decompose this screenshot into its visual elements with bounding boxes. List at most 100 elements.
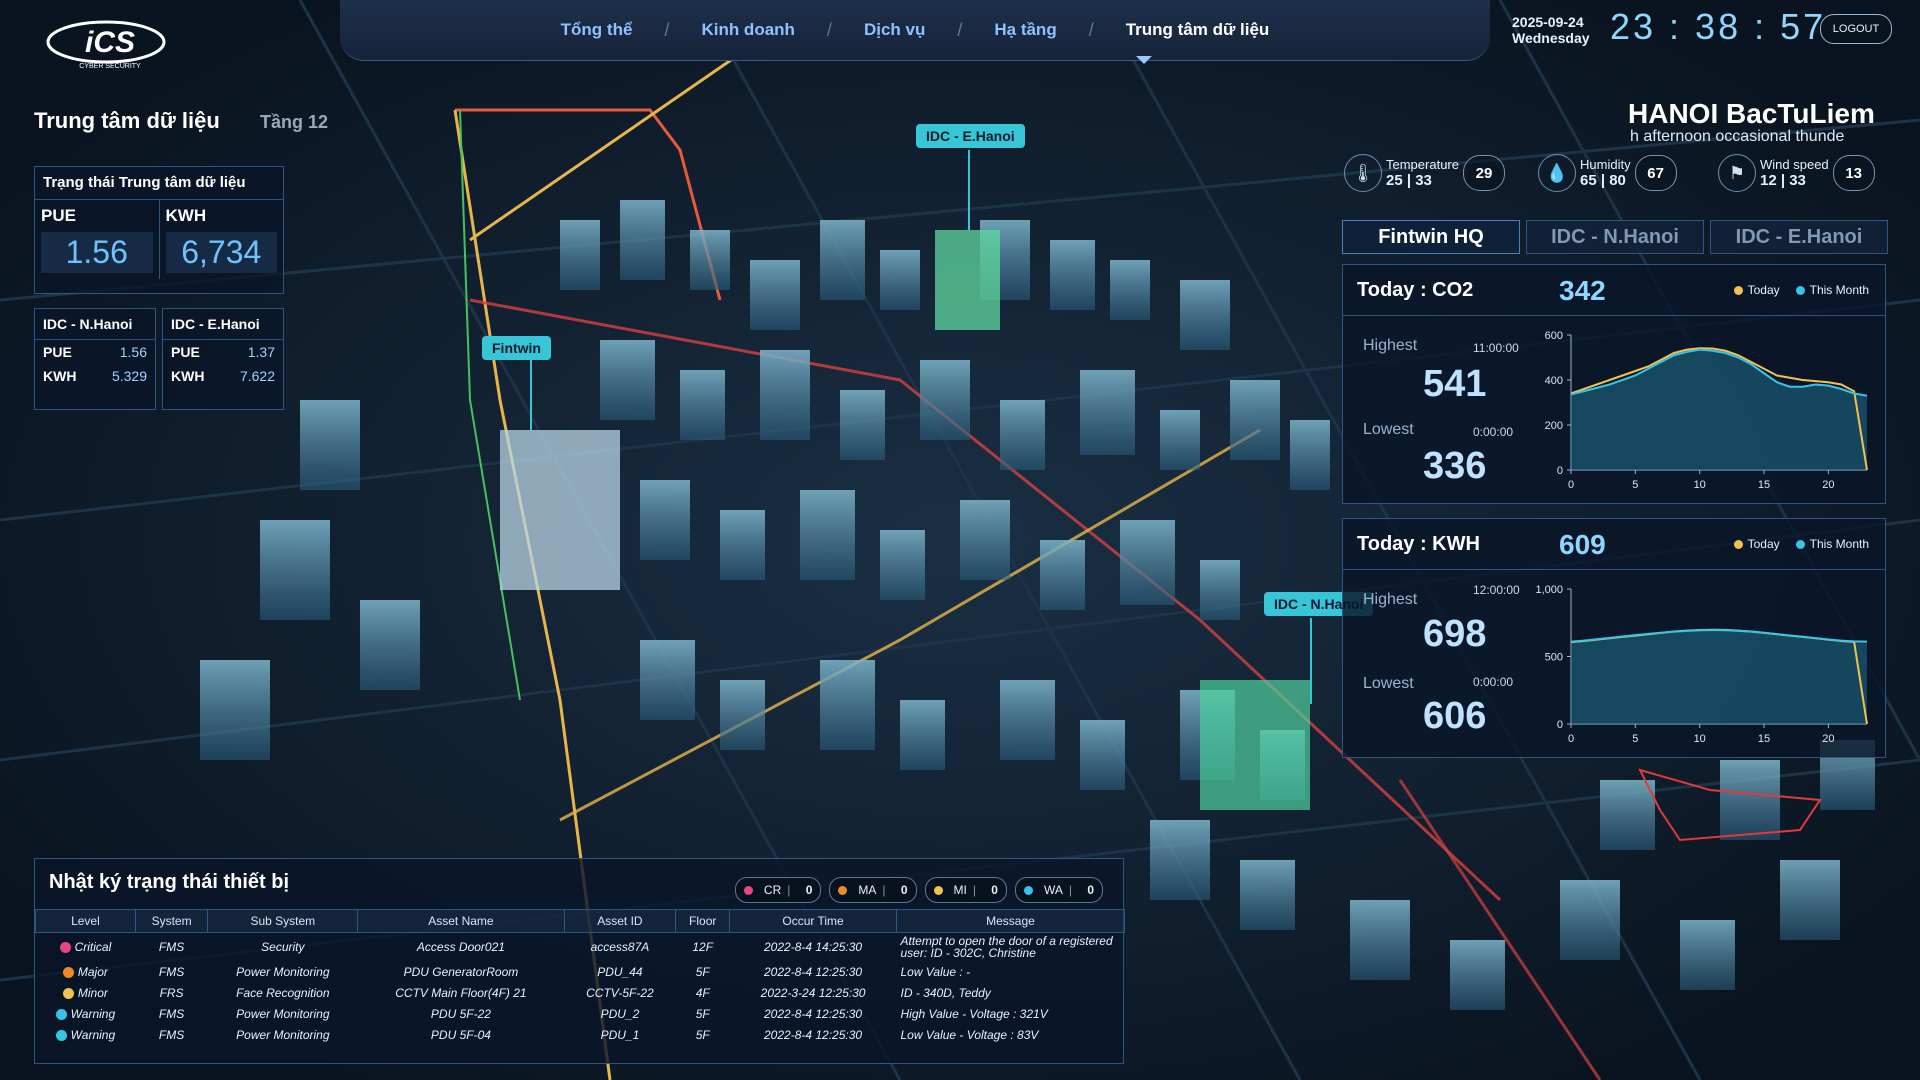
col-subsystem[interactable]: Sub System	[207, 909, 359, 933]
co2-value: 342	[1559, 275, 1606, 306]
cell-msg: Attempt to open the door of a registered…	[900, 934, 1113, 960]
cell-time: 2022-3-24 12:25:30	[760, 985, 866, 1000]
droplet-icon: 💧	[1538, 154, 1576, 192]
cell-floor: 4F	[695, 985, 710, 1000]
legend-dot-today	[1733, 286, 1743, 296]
badge-critical[interactable]: CR | 0	[734, 877, 822, 903]
map-marker-fintwin[interactable]: Fintwin	[482, 336, 551, 360]
badge-warning[interactable]: WA | 0	[1014, 877, 1103, 903]
pue-value: 1.56	[41, 232, 153, 273]
cell-floor: 5F	[695, 964, 710, 979]
wind-value: 13	[1832, 155, 1875, 191]
badge-minor[interactable]: MI | 0	[924, 877, 1007, 903]
y-tick-label: 400	[1545, 375, 1563, 387]
co2-chart[interactable]: 0 200 400 600 0 5 10 15 20	[1527, 325, 1881, 495]
legend-today: Today	[1733, 283, 1780, 297]
legend-dot-today	[1733, 540, 1743, 550]
y-tick-label: 0	[1557, 465, 1563, 477]
wind-label: Wind speed	[1760, 157, 1829, 172]
col-message[interactable]: Message	[896, 909, 1125, 933]
cell-msg: Low Value : -	[900, 964, 971, 979]
kwh-highest-label: Highest	[1363, 591, 1418, 608]
col-level[interactable]: Level	[35, 909, 136, 933]
site-card-title: IDC - N.Hanoi	[35, 309, 155, 340]
col-occur-time[interactable]: Occur Time	[729, 909, 897, 933]
badge-major[interactable]: MA | 0	[829, 877, 917, 903]
cell-sub: Power Monitoring	[236, 964, 330, 979]
nav-item-business[interactable]: Kinh doanh	[683, 20, 812, 40]
co2-lowest-time: 0:00:00	[1473, 425, 1514, 439]
cell-id: PDU_1	[600, 1027, 640, 1042]
kwh-lowest-time: 0:00:00	[1473, 675, 1514, 689]
cell-time: 2022-8-4 12:25:30	[764, 1027, 863, 1042]
map-marker-line	[530, 360, 532, 430]
co2-panel: Today : CO2 342 Today This Month Highest…	[1342, 264, 1886, 504]
cell-msg: Low Value - Voltage : 83V	[900, 1027, 1039, 1042]
table-row[interactable]: Warning FMS Power Monitoring PDU 5F-04 PDU_1…	[36, 1024, 1125, 1045]
nav-item-overview[interactable]: Tổng thể	[543, 20, 651, 40]
cell-asset: PDU 5F-22	[430, 1006, 491, 1021]
level-text: Warning	[70, 1006, 116, 1021]
x-tick-label: 5	[1632, 479, 1638, 491]
cell-level: Warning	[36, 1003, 136, 1024]
table-row[interactable]: Critical FMS Security Access Door021 access8…	[36, 933, 1125, 962]
cell-time: 2022-8-4 12:25:30	[764, 1006, 863, 1021]
warning-dot-icon	[1023, 885, 1033, 895]
level-dot-icon	[55, 1008, 67, 1020]
wind-range: 12 | 33	[1760, 172, 1806, 189]
logo-mark-icon: iCS CYBER SECURITY	[46, 20, 166, 70]
level-dot-icon	[62, 966, 74, 978]
temperature-range: 25 | 33	[1386, 172, 1432, 189]
nav-item-services[interactable]: Dịch vụ	[846, 20, 943, 40]
x-tick-label: 20	[1822, 479, 1834, 491]
cell-sub: Security	[261, 940, 305, 954]
level-text: Warning	[70, 1027, 116, 1042]
svg-text:iCS: iCS	[85, 26, 135, 59]
col-asset-id[interactable]: Asset ID	[563, 909, 677, 933]
site-card-e-hanoi[interactable]: IDC - E.Hanoi PUE 1.37 KWH 7.622	[162, 308, 284, 410]
kwh-highest-value: 698	[1423, 613, 1487, 655]
nav-separator: /	[1088, 19, 1094, 40]
level-text: Minor	[77, 985, 108, 1000]
table-row[interactable]: Minor FRS Face Recognition CCTV Main Floor(…	[36, 982, 1125, 1003]
col-floor[interactable]: Floor	[675, 909, 731, 933]
table-row[interactable]: Warning FMS Power Monitoring PDU 5F-22 PDU_2…	[36, 1003, 1125, 1024]
kwh-value: 6,734	[165, 232, 277, 273]
cell-id: PDU_2	[600, 1006, 640, 1021]
site-tabs: Fintwin HQ IDC - N.Hanoi IDC - E.Hanoi	[1342, 220, 1888, 254]
pue-label: PUE	[41, 206, 76, 225]
logout-button[interactable]: LOGOUT	[1820, 14, 1892, 44]
site-card-title: IDC - E.Hanoi	[163, 309, 283, 340]
legend-month: This Month	[1795, 537, 1869, 551]
legend-dot-month	[1795, 286, 1805, 296]
tab-e-hanoi[interactable]: IDC - E.Hanoi	[1710, 220, 1888, 254]
device-status-log: Nhật ký trạng thái thiết bị CR | 0 MA | 0 MI…	[34, 858, 1125, 1064]
cell-id: CCTV-5F-22	[586, 985, 654, 1000]
cell-level: Minor	[36, 982, 136, 1003]
cell-asset: CCTV Main Floor(4F) 21	[395, 985, 527, 1000]
co2-highest-label: Highest	[1363, 337, 1418, 354]
kwh-chart[interactable]: 0 500 1,000 0 5 10 15 20	[1527, 579, 1881, 749]
nav-separator: /	[957, 19, 963, 40]
tab-n-hanoi[interactable]: IDC - N.Hanoi	[1526, 220, 1704, 254]
x-tick-label: 0	[1568, 733, 1574, 745]
nav-item-infrastructure[interactable]: Hạ tầng	[976, 20, 1074, 40]
site-kwh-label: KWH	[171, 368, 205, 384]
page-title: Trung tâm dữ liệu	[34, 108, 220, 133]
y-tick-label: 1,000	[1535, 584, 1563, 596]
site-card-n-hanoi[interactable]: IDC - N.Hanoi PUE 1.56 KWH 5.329	[34, 308, 156, 410]
co2-highest-value: 541	[1423, 363, 1487, 405]
cell-system: FRS	[159, 985, 184, 1000]
map-marker-e-hanoi[interactable]: IDC - E.Hanoi	[916, 124, 1025, 148]
col-system[interactable]: System	[134, 909, 209, 933]
cell-asset: PDU 5F-04	[430, 1027, 491, 1042]
tab-fintwin-hq[interactable]: Fintwin HQ	[1342, 220, 1520, 254]
table-row[interactable]: Major FMS Power Monitoring PDU GeneratorRoo…	[36, 961, 1125, 982]
col-asset-name[interactable]: Asset Name	[357, 909, 565, 933]
cell-level: Critical	[36, 933, 136, 962]
y-tick-label: 200	[1545, 420, 1563, 432]
cell-asset: Access Door021	[416, 940, 505, 954]
nav-item-datacenter[interactable]: Trung tâm dữ liệu	[1108, 20, 1288, 40]
map-marker-line	[1310, 618, 1312, 704]
level-text: Critical	[74, 940, 112, 954]
